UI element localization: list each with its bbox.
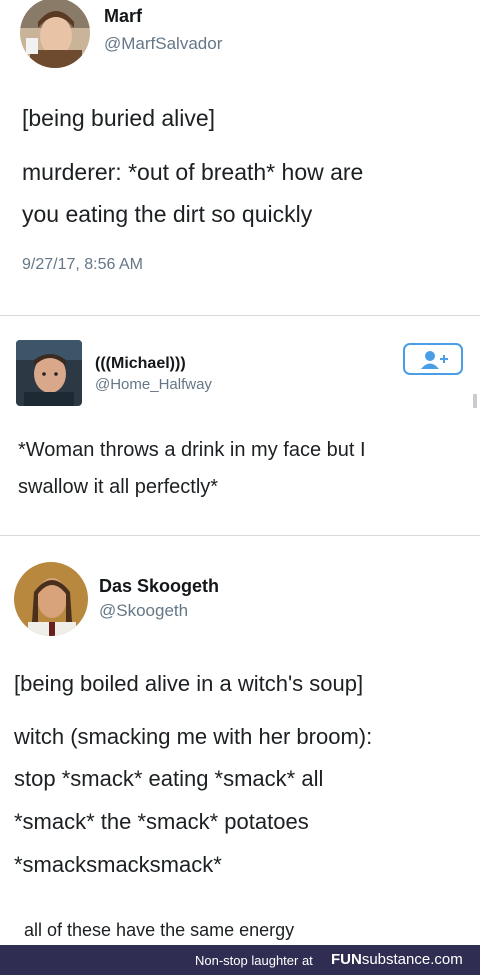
tweet3-text-line-5: *smacksmacksmack*: [14, 852, 222, 877]
tweet3-author-handle[interactable]: @Skoogeth: [99, 601, 188, 621]
tweet3-text-line-4: *smack* the *smack* potatoes: [14, 809, 309, 834]
avatar-michael[interactable]: [16, 340, 82, 406]
tweet1-author-name[interactable]: Marf: [104, 6, 142, 27]
tweet1-text-line-1: [being buried alive]: [22, 105, 216, 131]
tweet1-timestamp[interactable]: 9/27/17, 8:56 AM: [22, 256, 143, 274]
tweet2-author-name[interactable]: (((Michael))): [95, 355, 186, 373]
tweet3-text-line-2: witch (smacking me with her broom):: [14, 724, 373, 749]
add-user-icon: [419, 350, 449, 375]
tweet3-text-line-3: stop *smack* eating *smack* all: [14, 766, 324, 791]
tweet-divider-2: [0, 535, 480, 536]
tweet2-text-line-1: *Woman throws a drink in my face but I: [18, 439, 366, 461]
footer-brand-suffix: substance.com: [361, 951, 463, 968]
tweet2-text-line-2: swallow it all perfectly*: [18, 476, 219, 498]
tweet1-author-handle[interactable]: @MarfSalvador: [104, 34, 222, 54]
tweet-divider-1: [0, 315, 480, 316]
scroll-indicator: [473, 394, 477, 408]
footer-brand[interactable]: FUNsubstance.com: [331, 951, 463, 968]
tweet2-author-handle[interactable]: @Home_Halfway: [95, 376, 212, 393]
tweet3-author-name[interactable]: Das Skoogeth: [99, 576, 219, 597]
tweet3-text-line-1: [being boiled alive in a witch's soup]: [14, 671, 364, 696]
footer-tagline: Non-stop laughter at: [195, 953, 313, 968]
caption-text: all of these have the same energy: [24, 920, 295, 940]
tweet1-text-line-2: murderer: *out of breath* how are: [22, 159, 364, 185]
tweet1-text-line-3: you eating the dirt so quickly: [22, 201, 313, 227]
footer-banner[interactable]: Non-stop laughter at FUNsubstance.com: [0, 945, 480, 975]
footer-brand-prefix: FUN: [331, 951, 362, 968]
avatar-skoogeth[interactable]: [14, 562, 88, 636]
follow-button[interactable]: [403, 343, 463, 375]
avatar-marf[interactable]: [20, 0, 90, 68]
